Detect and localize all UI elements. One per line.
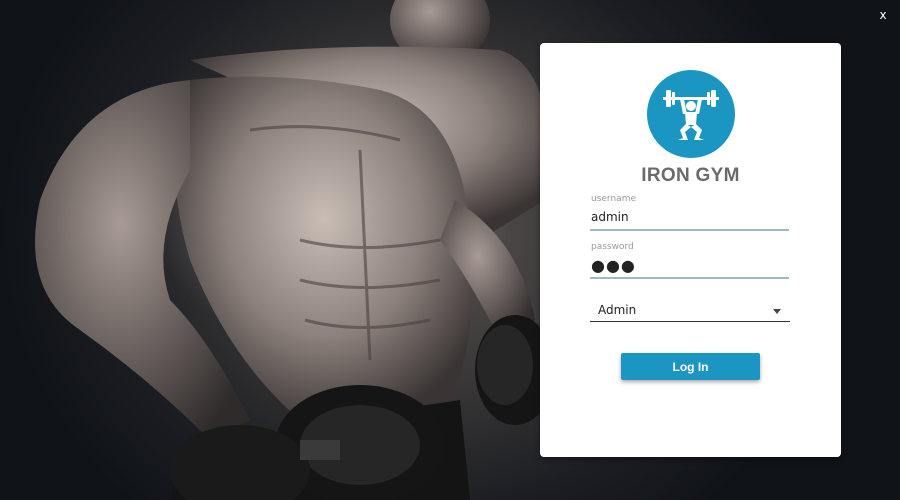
login-window: x IRON GYM username admin password ●●● A… <box>0 0 900 500</box>
username-input[interactable] <box>590 205 789 231</box>
role-dropdown[interactable]: Admin <box>590 299 790 322</box>
password-field-group: password <box>590 241 790 279</box>
role-selected-value: Admin <box>598 303 637 317</box>
brand-title: IRON GYM <box>641 165 740 186</box>
password-label: password <box>591 242 634 252</box>
close-button[interactable]: x <box>876 7 890 23</box>
username-field-group: username <box>590 193 790 231</box>
login-card: IRON GYM username password Admin Log In <box>540 43 841 457</box>
password-input[interactable] <box>590 253 789 279</box>
chevron-down-icon <box>773 309 781 314</box>
login-button[interactable]: Log In <box>621 353 760 380</box>
weightlifter-icon <box>647 70 735 158</box>
username-label: username <box>591 194 636 204</box>
